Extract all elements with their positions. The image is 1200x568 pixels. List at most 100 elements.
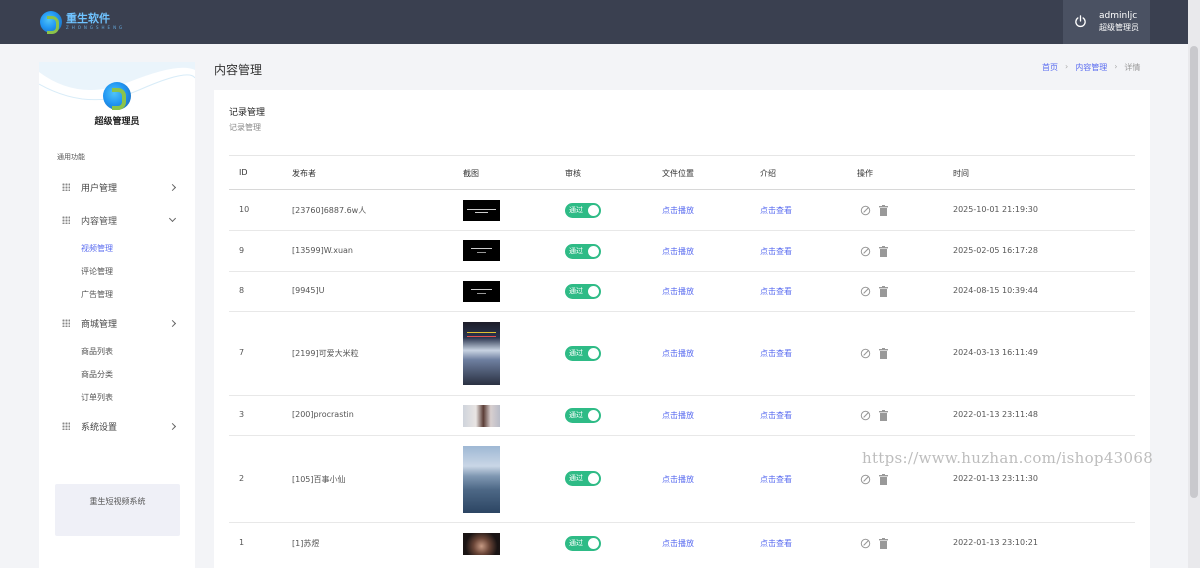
- edit-icon[interactable]: [860, 538, 871, 549]
- column-header-intro: 介绍: [760, 169, 776, 178]
- video-thumbnail[interactable]: [463, 533, 500, 555]
- review-toggle[interactable]: 通过: [565, 536, 601, 551]
- toggle-label: 通过: [569, 206, 583, 214]
- play-link[interactable]: 点击播放: [662, 348, 694, 359]
- sidebar-item-shop[interactable]: 商城管理: [39, 313, 195, 333]
- scrollbar-thumb[interactable]: [1190, 46, 1198, 498]
- view-intro-link[interactable]: 点击查看: [760, 348, 792, 359]
- user-name: adminljc: [1099, 11, 1138, 21]
- row-time: 2025-10-01 21:19:30: [953, 205, 1038, 214]
- watermark: https://www.huzhan.com/ishop43068: [862, 449, 1154, 467]
- row-time: 2022-01-13 23:10:21: [953, 538, 1038, 547]
- play-link[interactable]: 点击播放: [662, 474, 694, 485]
- view-intro-link[interactable]: 点击查看: [760, 286, 792, 297]
- video-thumbnail[interactable]: [463, 281, 500, 302]
- review-toggle[interactable]: 通过: [565, 471, 601, 486]
- play-link[interactable]: 点击播放: [662, 286, 694, 297]
- sidebar-subitem-categories[interactable]: 商品分类: [81, 369, 113, 380]
- edit-icon[interactable]: [860, 410, 871, 421]
- chevron-right-icon: [168, 183, 177, 191]
- play-link[interactable]: 点击播放: [662, 410, 694, 421]
- grid-icon: [62, 216, 70, 224]
- grid-icon: [62, 319, 70, 327]
- row-time: 2024-03-13 16:11:49: [953, 348, 1038, 357]
- row-publisher: [105]百事小仙: [292, 475, 346, 484]
- trash-icon[interactable]: [879, 348, 888, 359]
- row-id: 1: [239, 538, 245, 547]
- edit-icon[interactable]: [860, 286, 871, 297]
- sidebar-subitem-videos[interactable]: 视频管理: [81, 243, 113, 254]
- row-id: 10: [239, 205, 250, 214]
- sidebar-subitem-orders[interactable]: 订单列表: [81, 392, 113, 403]
- table-row: 3 [200]procrastin 通过 点击播放 点击查看 2022-01-1…: [229, 396, 1135, 436]
- sidebar-item-content[interactable]: 内容管理: [39, 210, 195, 230]
- table-row: 1 [1]苏煜 通过 点击播放 点击查看 2022-01-13 23:10:21: [229, 523, 1135, 568]
- edit-icon[interactable]: [860, 246, 871, 257]
- sidebar-item-settings[interactable]: 系统设置: [39, 416, 195, 436]
- edit-icon[interactable]: [860, 348, 871, 359]
- review-toggle[interactable]: 通过: [565, 203, 601, 218]
- user-menu[interactable]: adminljc 超级管理员: [1063, 0, 1150, 44]
- grid-icon: [62, 183, 70, 191]
- breadcrumb-home[interactable]: 首页: [1042, 62, 1058, 73]
- trash-icon[interactable]: [879, 474, 888, 485]
- power-icon[interactable]: [1074, 15, 1087, 28]
- row-id: 9: [239, 246, 245, 255]
- video-thumbnail[interactable]: [463, 405, 500, 427]
- view-intro-link[interactable]: 点击查看: [760, 538, 792, 549]
- column-header-review: 审核: [565, 169, 581, 178]
- review-toggle[interactable]: 通过: [565, 408, 601, 423]
- trash-icon[interactable]: [879, 538, 888, 549]
- row-publisher: [200]procrastin: [292, 410, 354, 419]
- trash-icon[interactable]: [879, 246, 888, 257]
- system-name: 重生短视频系统: [89, 497, 146, 506]
- trash-icon[interactable]: [879, 205, 888, 216]
- logo-subtitle: ZHONGSHENG: [66, 25, 126, 30]
- review-toggle[interactable]: 通过: [565, 284, 601, 299]
- video-thumbnail[interactable]: [463, 200, 500, 221]
- trash-icon[interactable]: [879, 410, 888, 421]
- view-intro-link[interactable]: 点击查看: [760, 205, 792, 216]
- column-header-id: ID: [239, 168, 248, 177]
- column-header-file: 文件位置: [662, 169, 694, 178]
- records-panel: 记录管理 记录管理 ID 发布者 截图 审核 文件位置 介绍 操作 时间 10 …: [214, 90, 1150, 568]
- page-title: 内容管理: [214, 63, 263, 77]
- row-time: 2024-08-15 10:39:44: [953, 286, 1038, 295]
- breadcrumb-content[interactable]: 内容管理: [1075, 62, 1107, 73]
- view-intro-link[interactable]: 点击查看: [760, 410, 792, 421]
- system-name-card: 重生短视频系统: [55, 484, 180, 536]
- row-publisher: [9945]U: [292, 286, 325, 295]
- logo[interactable]: 重生软件 ZHONGSHENG: [40, 10, 125, 34]
- logo-icon: [40, 11, 62, 34]
- review-toggle[interactable]: 通过: [565, 346, 601, 361]
- play-link[interactable]: 点击播放: [662, 246, 694, 257]
- video-thumbnail[interactable]: [463, 446, 500, 513]
- sidebar-subitem-ads[interactable]: 广告管理: [81, 289, 113, 300]
- row-id: 8: [239, 286, 245, 295]
- sidebar-item-label: 用户管理: [81, 183, 118, 194]
- video-thumbnail[interactable]: [463, 322, 500, 385]
- play-link[interactable]: 点击播放: [662, 205, 694, 216]
- breadcrumb-separator: ›: [1114, 62, 1118, 71]
- view-intro-link[interactable]: 点击查看: [760, 474, 792, 485]
- edit-icon[interactable]: [860, 474, 871, 485]
- sidebar-item-label: 商城管理: [81, 319, 118, 330]
- view-intro-link[interactable]: 点击查看: [760, 246, 792, 257]
- table-row: 8 [9945]U 通过 点击播放 点击查看 2024-08-15 10:39:…: [229, 272, 1135, 312]
- trash-icon[interactable]: [879, 286, 888, 297]
- toggle-label: 通过: [569, 411, 583, 419]
- table-row: 9 [13599]W.xuan 通过 点击播放 点击查看 2025-02-05 …: [229, 231, 1135, 272]
- sidebar-item-users[interactable]: 用户管理: [39, 177, 195, 197]
- chevron-right-icon: [168, 422, 177, 430]
- sidebar-subitem-comments[interactable]: 评论管理: [81, 266, 113, 277]
- table-row: 7 [2199]可爱大米粒 通过 点击播放 点击查看 2024-03-13 16…: [229, 312, 1135, 396]
- top-bar: 重生软件 ZHONGSHENG adminljc 超级管理员: [0, 0, 1200, 44]
- avatar: [103, 82, 131, 110]
- edit-icon[interactable]: [860, 205, 871, 216]
- play-link[interactable]: 点击播放: [662, 538, 694, 549]
- table-top-border: [229, 155, 1135, 156]
- sidebar-subitem-products[interactable]: 商品列表: [81, 346, 113, 357]
- review-toggle[interactable]: 通过: [565, 244, 601, 259]
- video-thumbnail[interactable]: [463, 240, 500, 261]
- grid-icon: [62, 422, 70, 430]
